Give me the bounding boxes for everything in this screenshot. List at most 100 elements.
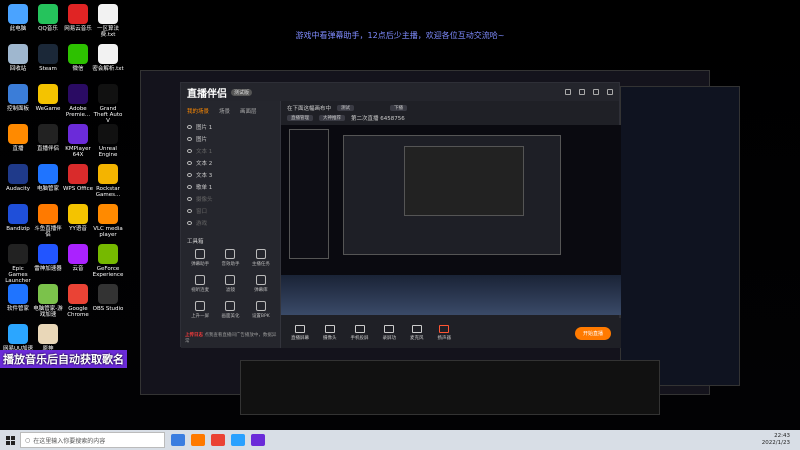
eye-icon[interactable] <box>187 137 192 141</box>
microphone-button[interactable]: 麦克风 <box>410 325 424 341</box>
tool-item[interactable]: 滤镜 <box>215 275 245 293</box>
desktop-icon[interactable]: YY语音 <box>62 204 94 232</box>
desktop-icon[interactable]: Adobe Premie... <box>62 84 94 118</box>
layer-item[interactable]: 游戏 <box>181 217 280 229</box>
desktop-icon[interactable]: Bandizip <box>2 204 34 232</box>
desktop-icon[interactable]: WPS Office <box>62 164 94 192</box>
desktop-icon[interactable]: 回收站 <box>2 44 34 72</box>
live-app-window[interactable]: 直播伴侣 测试版 我的场景 场景 画面层 图片 1 图片文本 1 文本 2 文本 3 歌… <box>180 82 621 348</box>
screen-capture-button[interactable]: 直播屏幕 <box>291 325 309 341</box>
minimize-icon[interactable] <box>593 89 599 95</box>
tool-item[interactable]: 画面美化 <box>215 301 245 319</box>
layer-label: 文本 1 <box>196 149 213 155</box>
tool-item[interactable]: 音效助手 <box>215 249 245 267</box>
desktop-icon[interactable]: 网易云音乐 <box>62 4 94 32</box>
eye-icon[interactable] <box>187 161 192 165</box>
background-window-bottom[interactable] <box>240 360 660 415</box>
upload-log-label[interactable]: 上传日志 <box>185 333 203 338</box>
tab-my-scene[interactable]: 我的场景 <box>187 107 209 115</box>
desktop-icon[interactable]: VLC media player <box>92 204 124 238</box>
layer-item[interactable]: 图片 <box>181 133 280 145</box>
eye-icon[interactable] <box>187 173 192 177</box>
desktop-icon[interactable]: 一区算法费.txt <box>92 4 124 38</box>
layer-item[interactable]: 文本 2 <box>181 157 280 169</box>
desktop-icon[interactable]: Unreal Engine <box>92 124 124 158</box>
desktop-icon[interactable]: GeForce Experience <box>92 244 124 278</box>
layer-item[interactable]: 文本 1 <box>181 145 280 157</box>
desktop-icon[interactable]: 直播伴侣 <box>32 124 64 152</box>
desktop-icon[interactable]: 电脑管家-游戏加速 <box>32 284 64 318</box>
eye-icon[interactable] <box>187 149 192 153</box>
desktop-icon[interactable]: 软件管家 <box>2 284 34 312</box>
camera-button[interactable]: 摄像头 <box>323 325 337 341</box>
desktop-icon[interactable]: 原神 <box>32 324 64 352</box>
desktop-icon[interactable]: 斗鱼直播伴侣 <box>32 204 64 238</box>
desktop-icon[interactable]: QQ音乐 <box>32 4 64 32</box>
taskbar: ○ 在这里输入你要搜索的内容 22:43 2022/1/23 <box>0 430 800 450</box>
test-button[interactable]: 测试 <box>337 105 355 111</box>
desktop-icon[interactable]: 控制面板 <box>2 84 34 112</box>
desktop-icon[interactable]: 电脑管家 <box>32 164 64 192</box>
desktop-icon[interactable]: Audacity <box>2 164 34 192</box>
desktop-icon[interactable]: 此电脑 <box>2 4 34 32</box>
desktop-icon[interactable]: Steam <box>32 44 64 72</box>
desktop-icon-label: 软件管家 <box>6 306 29 312</box>
stop-button[interactable]: 下播 <box>390 105 408 111</box>
chrome-icon[interactable] <box>211 434 225 446</box>
tag-manage[interactable]: 直播管理 <box>287 115 313 121</box>
eye-icon[interactable] <box>187 197 192 201</box>
layer-item[interactable]: 图片 1 <box>181 121 280 133</box>
desktop-icon[interactable]: 云音 <box>62 244 94 272</box>
desktop-icon[interactable]: WeGame <box>32 84 64 112</box>
layer-item[interactable]: 文本 3 <box>181 169 280 181</box>
menu-icon[interactable] <box>579 89 585 95</box>
eye-icon[interactable] <box>187 125 192 129</box>
tool-item[interactable]: 弹幕库 <box>246 275 276 293</box>
layer-item[interactable]: 歌单 1 <box>181 181 280 193</box>
tool-icon <box>195 301 206 311</box>
desktop-icon[interactable]: 密会解析.txt <box>92 44 124 72</box>
tag-recommend[interactable]: 大神推荐 <box>319 115 345 121</box>
desktop-icon[interactable]: 网易UU加速 <box>2 324 34 352</box>
tool-item[interactable]: 视听连麦 <box>185 275 215 293</box>
go-live-button[interactable]: 开始直播 <box>574 326 611 340</box>
settings-icon[interactable] <box>565 89 571 95</box>
stream-preview[interactable] <box>281 125 621 315</box>
tool-item[interactable]: 弹幕助手 <box>185 249 215 267</box>
tab-layer[interactable]: 画面层 <box>240 107 257 115</box>
app-titlebar[interactable]: 直播伴侣 测试版 <box>181 83 619 101</box>
tool-item[interactable]: 设置BPK <box>246 301 276 319</box>
background-window-right[interactable] <box>620 86 740 386</box>
desktop-icon-label: VLC media player <box>93 226 123 238</box>
system-clock[interactable]: 22:43 2022/1/23 <box>762 433 790 447</box>
player-icon[interactable] <box>251 434 265 446</box>
desktop-icon[interactable]: 直播 <box>2 124 34 152</box>
desktop-icon[interactable]: Google Chrome <box>62 284 94 318</box>
livestream-app-icon[interactable] <box>191 434 205 446</box>
speaker-button[interactable]: 扬声器 <box>438 325 451 341</box>
eye-icon[interactable] <box>187 185 192 189</box>
eye-icon[interactable] <box>187 221 192 225</box>
phone-cast-button[interactable]: 手机投屏 <box>351 325 369 341</box>
tool-item[interactable]: 主播任务 <box>246 249 276 267</box>
desktop-icon[interactable]: Rockstar Games... <box>92 164 124 198</box>
eye-icon[interactable] <box>187 209 192 213</box>
tab-scene[interactable]: 场景 <box>219 107 230 115</box>
desktop-icon[interactable]: Grand Theft Auto V <box>92 84 124 124</box>
tool-item[interactable]: 上升一屏 <box>185 301 215 319</box>
desktop-icon-label: Bandizip <box>6 226 30 232</box>
layer-item[interactable]: 摄像头 <box>181 193 280 205</box>
close-icon[interactable] <box>607 89 613 95</box>
desktop-icon[interactable]: 微信 <box>62 44 94 72</box>
desktop-icon[interactable]: KMPlayer 64X <box>62 124 94 158</box>
desktop-icon[interactable]: Epic Games Launcher <box>2 244 34 284</box>
start-button[interactable] <box>0 430 20 450</box>
layer-item[interactable]: 窗口 <box>181 205 280 217</box>
task-view-icon[interactable] <box>171 434 185 446</box>
app-icon <box>68 44 88 64</box>
taskbar-search[interactable]: ○ 在这里输入你要搜索的内容 <box>20 432 165 448</box>
explorer-icon[interactable] <box>231 434 245 446</box>
record-button[interactable]: 录屏功 <box>383 325 396 341</box>
desktop-icon[interactable]: OBS Studio <box>92 284 124 312</box>
desktop-icon[interactable]: 雷神加速器 <box>32 244 64 272</box>
